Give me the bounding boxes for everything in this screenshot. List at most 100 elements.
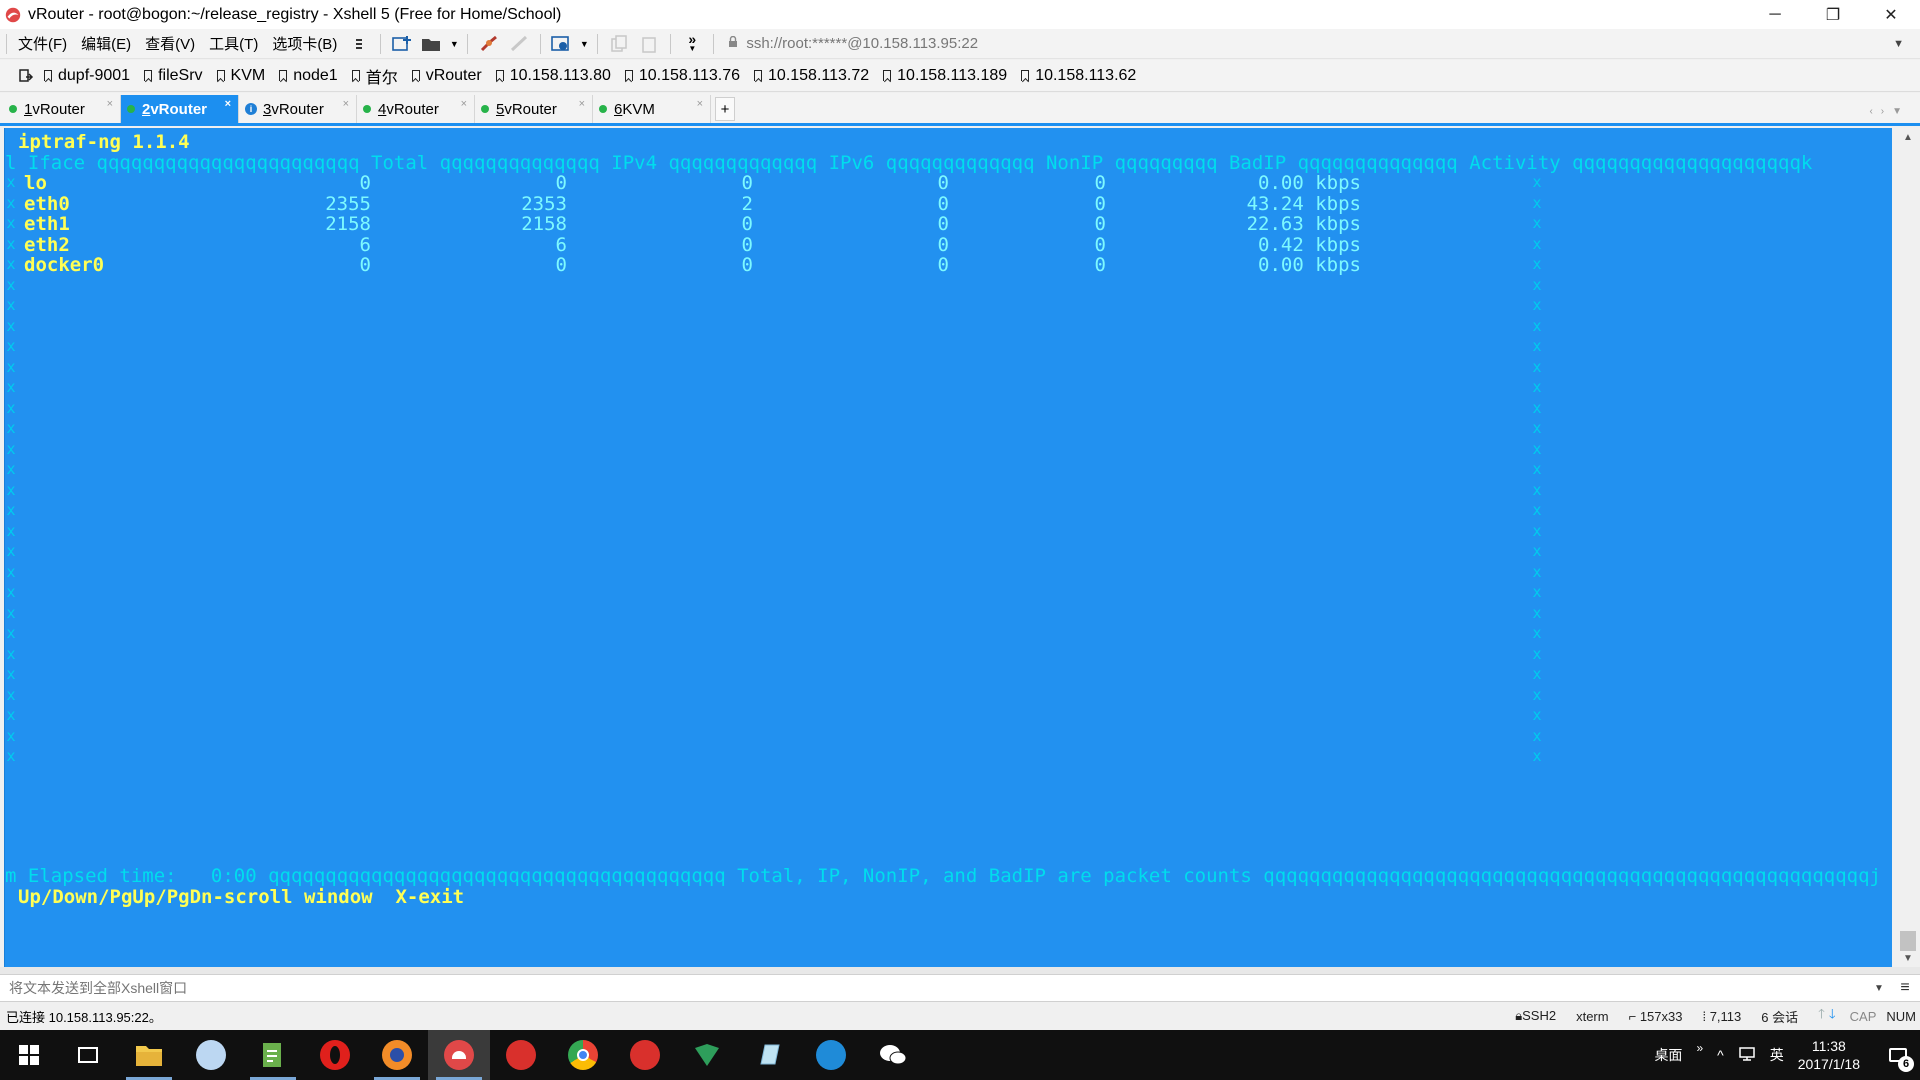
app-10-icon (695, 1044, 719, 1066)
link-item[interactable]: 首尔 (351, 64, 398, 88)
link-item[interactable]: node1 (279, 67, 338, 85)
show-hidden-icons[interactable]: ^ (1717, 1047, 1724, 1063)
border-char: x (6, 665, 16, 683)
border-char: x (6, 234, 16, 253)
app-9[interactable] (614, 1030, 676, 1080)
menu-tabs[interactable]: 选项卡(B) (265, 33, 344, 54)
tab-close-icon[interactable]: × (579, 98, 585, 110)
connected-status-icon (481, 105, 489, 113)
border-char: x (1532, 214, 1542, 232)
notepad-app[interactable] (242, 1030, 304, 1080)
tab-close-icon[interactable]: × (697, 98, 703, 110)
cursor-label: 7,113 (1709, 1008, 1742, 1024)
tab-close-icon[interactable]: × (343, 98, 349, 110)
app-10[interactable] (676, 1030, 738, 1080)
toolbar-overflow-icon[interactable]: » ▼ (679, 32, 705, 56)
task-view-button[interactable] (58, 1030, 118, 1080)
link-item[interactable]: 10.158.113.76 (624, 67, 740, 85)
app-7[interactable] (490, 1030, 552, 1080)
clock[interactable]: 11:38 2017/1/18 (1798, 1037, 1860, 1073)
link-item[interactable]: 10.158.113.189 (883, 67, 1007, 85)
disconnect-icon[interactable] (506, 32, 532, 56)
menu-view[interactable]: 查看(V) (138, 33, 202, 54)
link-item[interactable]: fileSrv (144, 67, 203, 85)
xshell-app[interactable] (428, 1030, 490, 1080)
firefox-app[interactable] (366, 1030, 428, 1080)
connected-status-icon (363, 105, 371, 113)
close-button[interactable]: ✕ (1862, 0, 1920, 29)
start-button[interactable] (0, 1030, 58, 1080)
border-char: x (1532, 275, 1542, 294)
address-bar[interactable]: ssh://root:******@10.158.113.95:22 (728, 35, 1893, 52)
tab-vrouter[interactable]: 1 vRouter × (3, 95, 121, 123)
compose-menu-icon[interactable]: ≡ (1890, 979, 1920, 997)
open-folder-icon[interactable] (419, 32, 445, 56)
properties-icon[interactable] (549, 32, 575, 56)
app-12[interactable] (800, 1030, 862, 1080)
properties-dropdown-icon[interactable]: ▼ (579, 32, 589, 56)
tab-vrouter[interactable]: 5 vRouter × (475, 95, 593, 123)
lock-icon (728, 35, 738, 52)
bookmark-icon (411, 70, 420, 81)
folder-dropdown-icon[interactable]: ▼ (449, 32, 459, 56)
links-manager-icon[interactable] (18, 68, 34, 84)
address-dropdown-icon[interactable]: ▼ (1893, 38, 1904, 50)
border-char: x (1532, 685, 1542, 704)
download-arrow-icon: 🡓 (1828, 1006, 1836, 1021)
chrome-app[interactable] (552, 1030, 614, 1080)
tab-kvm[interactable]: 6 KVM × (593, 95, 711, 123)
minimize-button[interactable]: ─ (1746, 0, 1804, 29)
scroll-down-icon[interactable]: ▼ (1896, 949, 1920, 967)
scroll-up-icon[interactable]: ▲ (1896, 128, 1920, 146)
link-item[interactable]: 10.158.113.72 (754, 67, 869, 85)
link-item[interactable]: KVM (216, 67, 265, 85)
desktop-toolbar[interactable]: 桌面 (1654, 1045, 1682, 1065)
toolbar-expand-icon[interactable]: » (1696, 1041, 1703, 1055)
tab-close-icon[interactable]: × (461, 98, 467, 110)
tab-vrouter[interactable]: i3 vRouter × (239, 95, 357, 123)
paste-icon[interactable] (636, 32, 662, 56)
tab-close-icon[interactable]: × (225, 98, 231, 110)
menu-edit[interactable]: 编辑(E) (74, 33, 138, 54)
border-char: x (1532, 501, 1542, 519)
connect-icon[interactable] (476, 32, 502, 56)
tab-vrouter[interactable]: 4 vRouter × (357, 95, 475, 123)
link-label: dupf-9001 (58, 66, 131, 84)
new-session-icon[interactable] (389, 32, 415, 56)
browser-app[interactable] (180, 1030, 242, 1080)
border-char: x (1532, 398, 1542, 417)
ime-indicator[interactable]: 英 (1770, 1045, 1784, 1065)
border-char: x (6, 726, 16, 745)
add-tab-button[interactable]: + (715, 97, 735, 121)
compose-bar: ▼ ≡ (0, 974, 1920, 1002)
menu-overflow-icon[interactable] (346, 32, 372, 56)
tab-scroll-arrows[interactable]: ‹›▼ (1869, 106, 1910, 117)
tab-close-icon[interactable]: × (107, 98, 113, 110)
opera-app[interactable] (304, 1030, 366, 1080)
cell-activity: 0.00 kbps (1258, 254, 1361, 276)
border-char: x (1532, 644, 1542, 663)
scrollbar-thumb[interactable] (1900, 931, 1916, 951)
wechat-app[interactable] (862, 1030, 924, 1080)
copy-icon[interactable] (606, 32, 632, 56)
network-icon[interactable] (1738, 1046, 1756, 1065)
wechat-icon (880, 1045, 907, 1065)
bookmark-icon (1021, 70, 1030, 81)
menu-tools[interactable]: 工具(T) (202, 33, 265, 54)
tab-vrouter[interactable]: 2 vRouter × (121, 95, 239, 123)
compose-dropdown-icon[interactable]: ▼ (1868, 983, 1890, 994)
link-item[interactable]: dupf-9001 (44, 67, 130, 85)
action-center-button[interactable]: 6 (1876, 1030, 1920, 1080)
compose-input[interactable] (0, 975, 1868, 1001)
restore-button[interactable]: ❐ (1804, 0, 1862, 29)
file-explorer-app[interactable] (118, 1030, 180, 1080)
menu-file[interactable]: 文件(F) (11, 33, 74, 54)
terminal-screen[interactable]: iptraf-ng 1.1.4 l Iface qqqqqqqqqqqqqqqq… (4, 128, 1892, 967)
iptraf-help: Up/Down/PgUp/PgDn-scroll window X-exit (18, 886, 465, 908)
link-item[interactable]: 10.158.113.80 (495, 67, 611, 85)
terminal-scrollbar[interactable]: ▲ ▼ (1896, 128, 1920, 967)
link-label: 10.158.113.72 (768, 66, 870, 84)
link-item[interactable]: vRouter (411, 67, 482, 85)
app-11[interactable] (738, 1030, 800, 1080)
link-item[interactable]: 10.158.113.62 (1021, 67, 1136, 85)
